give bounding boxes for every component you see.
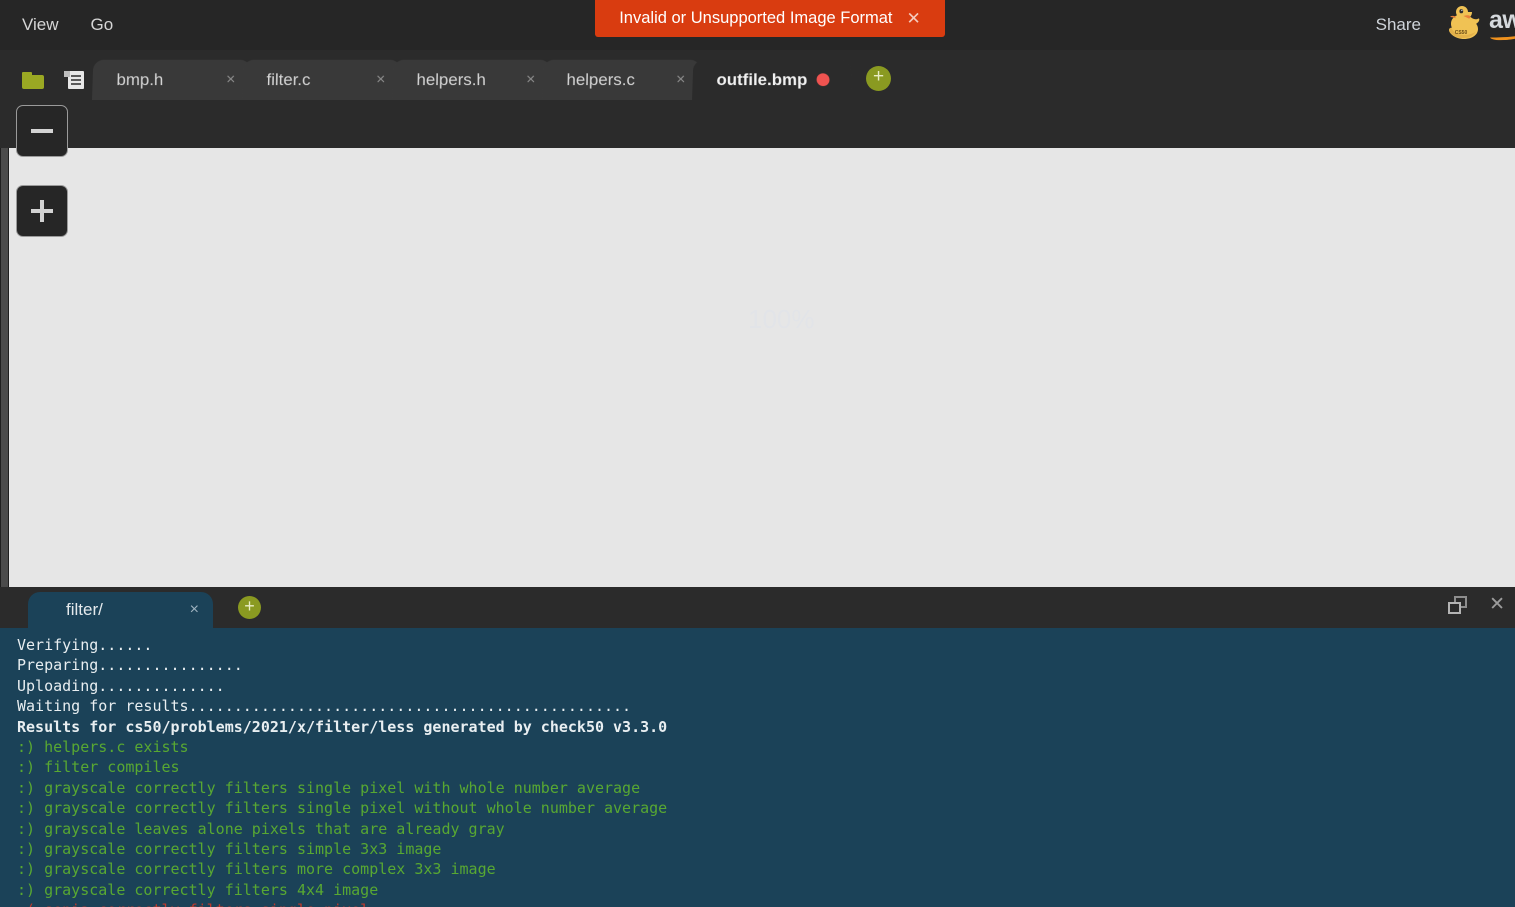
terminal-line: :) helpers.c exists — [17, 738, 189, 757]
alert-close-icon[interactable]: ✕ — [907, 10, 921, 27]
terminal-line: Uploading.............. — [17, 676, 225, 695]
minus-icon — [31, 129, 53, 133]
editor-tab-label: filter.c — [266, 69, 311, 89]
terminal-line: :) grayscale correctly filters single pi… — [17, 778, 641, 797]
terminal-panel-controls: ✕ — [1448, 595, 1505, 614]
svg-text:CS50: CS50 — [1455, 30, 1468, 36]
cs50-duck-icon[interactable]: CS50 — [1437, 5, 1483, 45]
editor-tab-helpers-c[interactable]: helpers.c × — [542, 59, 702, 100]
terminal-line: Verifying...... — [17, 636, 153, 654]
menu-bar-right: Share CS50 aw — [1366, 0, 1515, 50]
editor-tab-label: bmp.h — [116, 69, 164, 89]
ide-window: View Go Share CS50 aw Invalid or Unsuppo… — [0, 0, 1515, 907]
terminal-tab-label: filter/ — [66, 600, 103, 619]
terminal-line: Results for cs50/problems/2021/x/filter/… — [17, 717, 668, 736]
editor-tab-label: helpers.c — [566, 69, 635, 89]
terminal-line: :) grayscale correctly filters simple 3x… — [17, 840, 442, 859]
terminal-line: :) grayscale correctly filters more comp… — [17, 860, 496, 879]
editor-tab-label: helpers.h — [416, 69, 486, 89]
terminal-tab-close-icon[interactable]: × — [168, 602, 199, 618]
editor-tab-label: outfile.bmp — [716, 69, 808, 89]
plus-icon-vertical — [40, 200, 44, 222]
share-button[interactable]: Share — [1366, 15, 1431, 35]
editor-tab-bmp-h[interactable]: bmp.h × — [92, 59, 252, 100]
editor-tab-outfile-bmp[interactable]: outfile.bmp — [692, 59, 852, 100]
viewer-scrollbar-thumb[interactable] — [1, 148, 8, 587]
aws-logo: aw — [1489, 8, 1515, 42]
terminal-line: Preparing................ — [17, 656, 243, 675]
new-editor-tab-button[interactable]: + — [866, 66, 891, 91]
terminal-tab-bar: filter/ × + ✕ — [0, 587, 1515, 628]
zoom-out-button[interactable] — [16, 105, 68, 157]
editor-tab-helpers-h[interactable]: helpers.h × — [392, 59, 552, 100]
terminal-line: :) grayscale leaves alone pixels that ar… — [17, 819, 505, 838]
aws-wordmark: aw — [1489, 8, 1515, 34]
alert-message: Invalid or Unsupported Image Format — [619, 9, 893, 27]
terminal-line: :) filter compiles — [17, 758, 180, 777]
terminal-output[interactable]: Verifying...... Preparing...............… — [0, 628, 1515, 907]
unsaved-changes-indicator[interactable] — [816, 73, 830, 87]
editor-tab-filter-c[interactable]: filter.c × — [242, 59, 402, 100]
terminal-line: :) grayscale correctly filters single pi… — [17, 799, 668, 818]
terminal-line: Waiting for results.....................… — [17, 697, 632, 716]
close-panel-icon[interactable]: ✕ — [1489, 595, 1505, 614]
editor-tab-close-icon[interactable]: × — [348, 71, 386, 88]
aws-swoosh-icon — [1489, 30, 1515, 41]
editor-tab-close-icon[interactable]: × — [648, 71, 686, 88]
zoom-in-button[interactable] — [16, 185, 68, 237]
editor-tab-close-icon[interactable]: × — [198, 71, 236, 88]
menu-item-go[interactable]: Go — [77, 11, 128, 39]
terminal-line: :( sepia correctly filters single pixel — [0, 900, 1515, 907]
zoom-level-watermark: 100% — [748, 304, 815, 334]
new-terminal-tab-button[interactable]: + — [238, 596, 261, 619]
image-viewer-panel: 100% — [0, 100, 1515, 587]
alert-banner: Invalid or Unsupported Image Format ✕ — [595, 0, 945, 37]
terminal-tab-filter[interactable]: filter/ × — [28, 592, 213, 628]
folder-icon[interactable] — [22, 71, 44, 89]
restore-panel-icon[interactable] — [1448, 595, 1468, 614]
menu-item-view[interactable]: View — [8, 11, 73, 39]
editor-tab-bar-icons — [0, 60, 92, 100]
image-viewer-canvas: 100% — [9, 148, 1515, 587]
viewer-scrollbar[interactable] — [0, 148, 9, 587]
terminal-line: :) grayscale correctly filters 4x4 image — [17, 880, 379, 899]
editor-tab-close-icon[interactable]: × — [498, 71, 536, 88]
editor-tab-bar: bmp.h × filter.c × helpers.h × helpers.c… — [0, 50, 1515, 100]
terminal-panel: filter/ × + ✕ Verifying...... Preparing.… — [0, 587, 1515, 907]
file-outline-icon[interactable] — [64, 71, 84, 89]
